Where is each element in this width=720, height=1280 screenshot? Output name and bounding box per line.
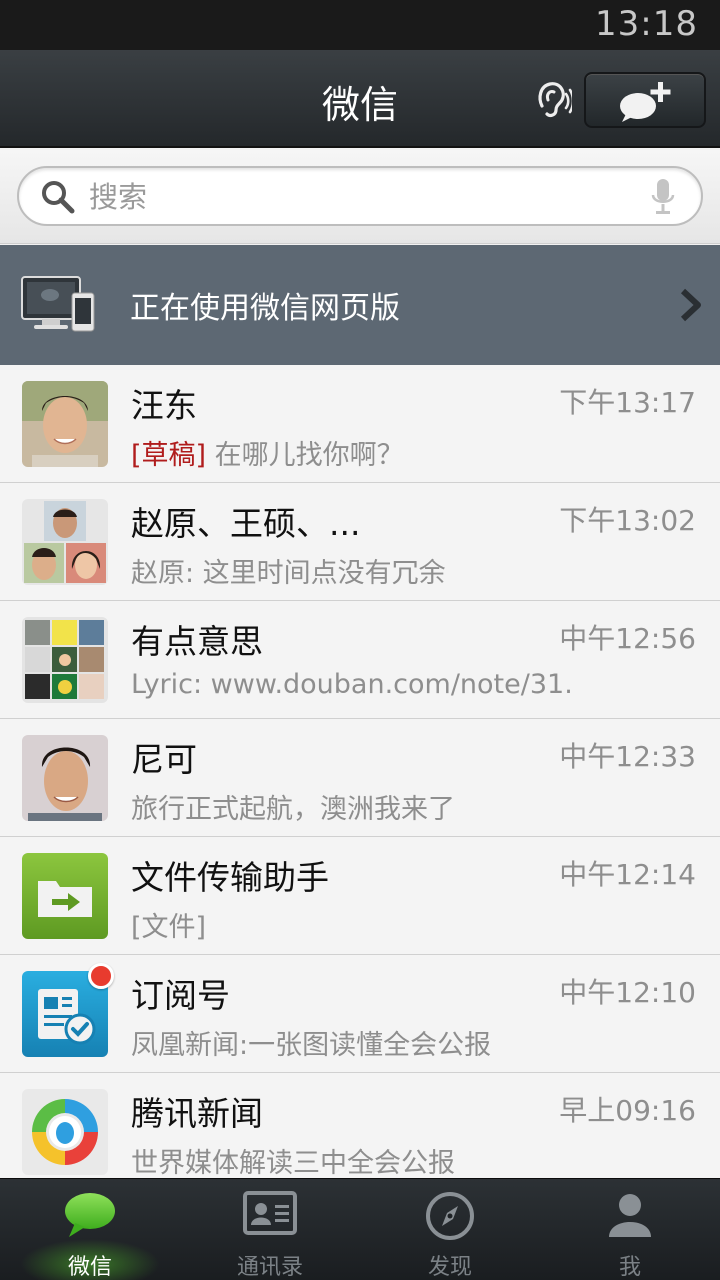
chat-bubble-icon bbox=[65, 1193, 115, 1237]
chat-item[interactable]: 文件传输助手 中午12:14 [文件] bbox=[0, 837, 720, 955]
tab-label: 我 bbox=[618, 1255, 641, 1280]
chat-name: 汪东 bbox=[131, 386, 197, 425]
avatar bbox=[22, 735, 108, 821]
chat-time: 中午12:14 bbox=[559, 858, 696, 891]
draft-tag: [草稿] bbox=[131, 440, 207, 471]
web-login-banner[interactable]: 正在使用微信网页版 bbox=[0, 245, 720, 365]
search-input[interactable] bbox=[89, 178, 629, 216]
chat-time: 中午12:33 bbox=[559, 740, 696, 773]
tab-contacts[interactable]: 通讯录 bbox=[180, 1179, 360, 1280]
tab-me[interactable]: 我 bbox=[540, 1179, 720, 1280]
chat-preview: [文件] bbox=[131, 912, 207, 943]
tab-label: 微信 bbox=[67, 1255, 112, 1280]
chat-name: 订阅号 bbox=[131, 976, 230, 1015]
chat-name: 尼可 bbox=[131, 740, 197, 779]
chat-item[interactable]: 赵原、王硕、... 下午13:02 赵原: 这里时间点没有冗余 bbox=[0, 483, 720, 601]
chat-preview-text: 在哪儿找你啊？ bbox=[206, 440, 404, 471]
chat-time: 中午12:10 bbox=[559, 976, 696, 1009]
chat-list: 汪东 下午13:17 [草稿] 在哪儿找你啊？ 赵原、王硕、... 下午13:0… bbox=[0, 365, 720, 1178]
earpiece-mode-icon[interactable] bbox=[536, 80, 572, 120]
bottom-tab-bar: 微信 通讯录 发现 我 bbox=[0, 1178, 720, 1280]
tencent-news-icon bbox=[22, 1089, 108, 1175]
add-chat-icon bbox=[620, 82, 671, 122]
chat-time: 早上09:16 bbox=[559, 1094, 696, 1127]
chat-name: 赵原、王硕、... bbox=[131, 504, 361, 543]
chat-preview: 旅行正式起航，澳洲我来了 bbox=[131, 794, 455, 825]
tab-discover[interactable]: 发现 bbox=[360, 1179, 540, 1280]
microphone-icon[interactable] bbox=[651, 178, 675, 216]
chat-preview: 凤凰新闻:一张图读懂全会公报 bbox=[131, 1030, 492, 1061]
group-avatar bbox=[22, 617, 108, 703]
tab-label: 通讯录 bbox=[236, 1255, 303, 1280]
chat-item[interactable]: 汪东 下午13:17 [草稿] 在哪儿找你啊？ bbox=[0, 365, 720, 483]
chat-preview: 赵原: 这里时间点没有冗余 bbox=[131, 558, 446, 589]
chat-item[interactable]: 订阅号 中午12:10 凤凰新闻:一张图读懂全会公报 bbox=[0, 955, 720, 1073]
desktop-phone-icon bbox=[21, 276, 95, 332]
chat-preview: 世界媒体解读三中全会公报 bbox=[131, 1148, 455, 1178]
group-avatar bbox=[22, 499, 108, 585]
status-time: 13:18 bbox=[595, 4, 698, 44]
chevron-right-icon bbox=[680, 288, 701, 322]
tab-label: 发现 bbox=[427, 1255, 472, 1280]
chat-preview: Lyric: www.douban.com/note/31... bbox=[131, 669, 571, 700]
chat-time: 下午13:02 bbox=[559, 504, 696, 537]
chat-time: 下午13:17 bbox=[559, 386, 696, 419]
search-box[interactable] bbox=[17, 166, 703, 226]
search-area bbox=[0, 150, 720, 244]
file-transfer-icon bbox=[22, 853, 108, 939]
search-icon bbox=[42, 181, 75, 214]
contacts-card-icon bbox=[243, 1191, 297, 1235]
avatar bbox=[22, 381, 108, 467]
chat-name: 有点意思 bbox=[131, 622, 263, 661]
title-bar: 微信 bbox=[0, 50, 720, 148]
person-icon bbox=[609, 1194, 651, 1237]
chat-item[interactable]: 尼可 中午12:33 旅行正式起航，澳洲我来了 bbox=[0, 719, 720, 837]
web-login-text: 正在使用微信网页版 bbox=[130, 291, 400, 326]
chat-time: 中午12:56 bbox=[559, 622, 696, 655]
chat-preview: [草稿] 在哪儿找你啊？ bbox=[131, 433, 404, 472]
status-bar: 13:18 bbox=[0, 0, 720, 50]
tab-chats[interactable]: 微信 bbox=[0, 1179, 180, 1280]
new-chat-button[interactable] bbox=[584, 72, 706, 128]
chat-item[interactable]: 有点意思 中午12:56 Lyric: www.douban.com/note/… bbox=[0, 601, 720, 719]
unread-badge bbox=[88, 963, 114, 989]
chat-item[interactable]: 腾讯新闻 早上09:16 世界媒体解读三中全会公报 bbox=[0, 1073, 720, 1178]
chat-name: 文件传输助手 bbox=[131, 858, 329, 897]
chat-name: 腾讯新闻 bbox=[131, 1094, 263, 1133]
compass-icon bbox=[426, 1192, 474, 1240]
